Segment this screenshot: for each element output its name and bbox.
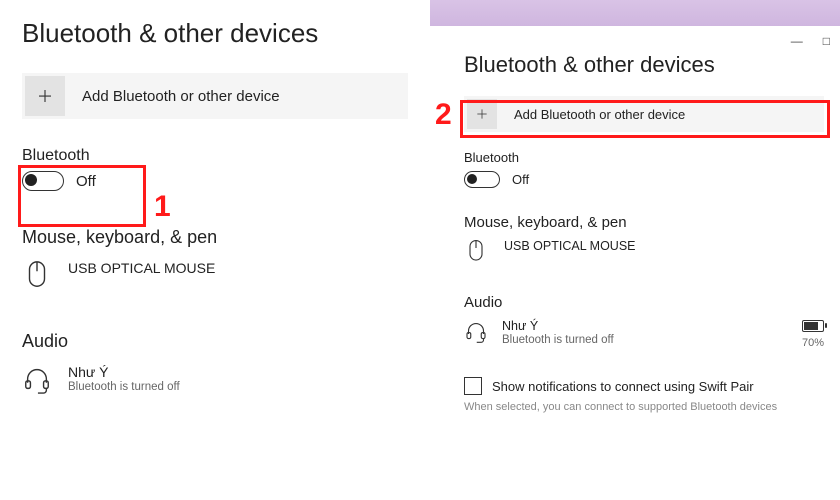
device-name: USB OPTICAL MOUSE <box>68 260 215 276</box>
window-controls: — □ <box>791 34 830 48</box>
device-row-audio[interactable]: Như Ý Bluetooth is turned off 70% <box>464 319 824 349</box>
device-name: Như Ý <box>68 364 180 380</box>
section-header-mouse: Mouse, keyboard, & pen <box>22 227 408 248</box>
bluetooth-label: Bluetooth <box>464 150 840 165</box>
bluetooth-toggle[interactable] <box>22 171 64 191</box>
add-device-label: Add Bluetooth or other device <box>514 107 685 122</box>
add-device-button[interactable]: Add Bluetooth or other device <box>464 96 824 132</box>
mouse-icon <box>464 239 488 268</box>
headset-icon <box>464 319 488 348</box>
section-header-audio: Audio <box>464 294 840 311</box>
headset-icon <box>22 364 52 399</box>
settings-pane-right: — □ Bluetooth & other devices Add Blueto… <box>430 0 840 500</box>
bluetooth-toggle[interactable] <box>464 171 500 188</box>
swift-pair-hint: When selected, you can connect to suppor… <box>464 401 840 413</box>
device-row-mouse[interactable]: USB OPTICAL MOUSE <box>464 239 840 268</box>
battery-percent: 70% <box>802 337 824 349</box>
device-name: Như Ý <box>502 319 614 333</box>
minimize-button[interactable]: — <box>791 34 803 48</box>
device-status: Bluetooth is turned off <box>68 381 180 393</box>
page-title: Bluetooth & other devices <box>22 18 408 49</box>
checkbox[interactable] <box>464 377 482 395</box>
bluetooth-state: Off <box>512 172 529 187</box>
window-accent-bar <box>430 0 840 26</box>
mouse-icon <box>22 260 52 295</box>
plus-icon <box>467 99 497 129</box>
battery-icon <box>802 320 824 332</box>
device-status: Bluetooth is turned off <box>502 334 614 346</box>
device-row-mouse[interactable]: USB OPTICAL MOUSE <box>22 260 408 295</box>
battery-indicator: 70% <box>802 319 824 349</box>
maximize-button[interactable]: □ <box>823 34 830 48</box>
bluetooth-label: Bluetooth <box>22 147 408 165</box>
device-name: USB OPTICAL MOUSE <box>504 239 636 253</box>
section-header-audio: Audio <box>22 331 408 352</box>
bluetooth-toggle-section: Bluetooth Off <box>22 147 408 191</box>
section-header-mouse: Mouse, keyboard, & pen <box>464 214 840 231</box>
device-row-audio[interactable]: Như Ý Bluetooth is turned off <box>22 364 408 399</box>
swift-pair-checkbox-row[interactable]: Show notifications to connect using Swif… <box>464 377 840 395</box>
swift-pair-label: Show notifications to connect using Swif… <box>492 379 754 394</box>
settings-pane-left: Bluetooth & other devices Add Bluetooth … <box>0 0 430 500</box>
page-title: Bluetooth & other devices <box>464 52 840 78</box>
bluetooth-state: Off <box>76 173 96 190</box>
add-device-button[interactable]: Add Bluetooth or other device <box>22 73 408 119</box>
add-device-label: Add Bluetooth or other device <box>82 88 280 105</box>
plus-icon <box>25 76 65 116</box>
bluetooth-toggle-section: Bluetooth Off <box>464 150 840 188</box>
